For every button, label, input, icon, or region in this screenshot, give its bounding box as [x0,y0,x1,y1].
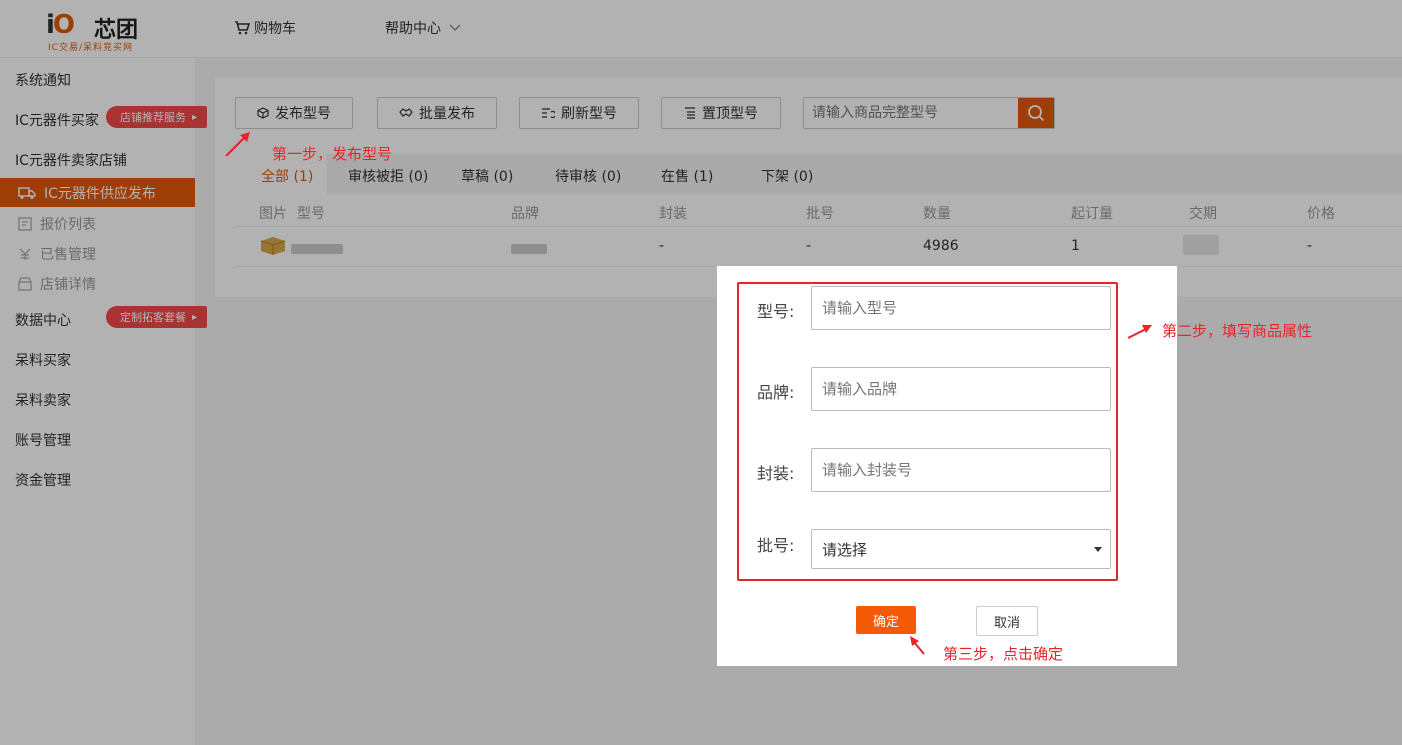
cancel-button[interactable]: 取消 [976,606,1038,636]
brand-input[interactable] [811,367,1111,411]
step3-annotation: 第三步，点击确定 [943,645,1064,663]
caret-down-icon [1094,546,1102,552]
batch-select-value: 请选择 [822,540,868,559]
publish-model-dialog: 型号: 品牌: 封装: 批号: 请选择 确定 取消 [717,266,1177,666]
package-field-label: 封装: [757,464,795,483]
step1-annotation: 第一步，发布型号 [272,145,393,163]
confirm-button[interactable]: 确定 [856,606,916,634]
model-field-label: 型号: [757,302,795,321]
step2-arrow-icon [1127,325,1152,339]
batch-field-label: 批号: [757,536,795,555]
step1-arrow-icon [225,132,250,157]
modal-overlay[interactable] [0,0,1402,745]
package-input[interactable] [811,448,1111,492]
batch-select[interactable]: 请选择 [811,529,1111,569]
step3-arrow-icon [910,636,925,655]
step2-annotation: 第二步，填写商品属性 [1162,322,1313,340]
model-input[interactable] [811,286,1111,330]
brand-field-label: 品牌: [757,383,795,402]
